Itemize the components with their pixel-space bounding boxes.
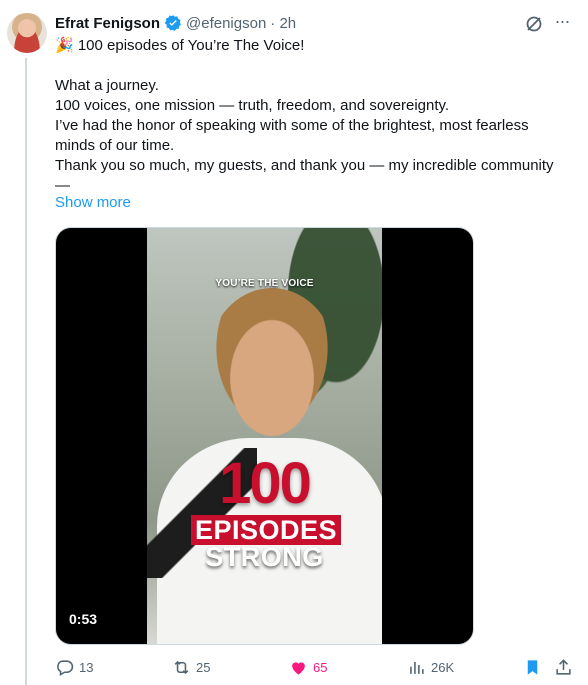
share-button[interactable] xyxy=(554,657,573,677)
heart-icon xyxy=(292,661,305,675)
video-frame: YOU’RE THE VOICE 100 EPISODES STRONG xyxy=(147,228,382,644)
views-button[interactable]: 26K xyxy=(407,657,454,677)
episode-count: 100 xyxy=(219,451,312,516)
repost-count: 25 xyxy=(196,659,211,675)
guest-head xyxy=(207,288,337,438)
show-logo-text: YOU’RE THE VOICE xyxy=(215,278,314,289)
reply-icon xyxy=(57,659,74,676)
grok-icon[interactable] xyxy=(524,14,544,34)
video-player[interactable]: YOU’RE THE VOICE 100 EPISODES STRONG 0:5… xyxy=(55,227,474,645)
tweet-line xyxy=(55,56,570,76)
video-duration: 0:53 xyxy=(69,611,98,627)
avatar[interactable] xyxy=(7,13,47,53)
tweet-line: What a journey. xyxy=(55,77,159,94)
more-options-icon[interactable]: ··· xyxy=(551,10,573,32)
repost-button[interactable]: 25 xyxy=(172,657,210,677)
views-icon xyxy=(410,661,424,674)
tweet-line: 100 voices, one mission — truth, freedom… xyxy=(55,97,450,114)
tweet-line: I’ve had the honor of speaking with some… xyxy=(55,117,529,154)
tweet-line: 🎉 100 episodes of You’re The Voice! xyxy=(55,37,305,54)
show-more-link[interactable]: Show more xyxy=(55,194,131,211)
repost-icon xyxy=(174,660,189,674)
thread-line xyxy=(25,58,27,685)
bookmark-button[interactable] xyxy=(523,657,542,677)
verified-badge-icon[interactable] xyxy=(164,14,182,32)
tweet-line: Thank you so much, my guests, and thank … xyxy=(55,157,554,194)
like-count: 65 xyxy=(313,659,328,675)
share-icon xyxy=(556,658,571,675)
reply-count: 13 xyxy=(79,659,94,675)
author-name[interactable]: Efrat Fenigson xyxy=(55,15,160,32)
like-button[interactable]: 65 xyxy=(289,657,327,677)
timestamp[interactable]: · 2h xyxy=(270,15,296,32)
author-handle[interactable]: @efenigson xyxy=(186,15,266,32)
action-bar: 13 25 65 26K xyxy=(55,657,575,677)
tweet-text: 🎉 100 episodes of You’re The Voice! What… xyxy=(55,36,570,196)
tweet-header: Efrat Fenigson @efenigson · 2h xyxy=(55,13,296,33)
reply-button[interactable]: 13 xyxy=(55,657,93,677)
episodes-label: EPISODES xyxy=(191,515,342,545)
bookmark-icon xyxy=(527,659,538,675)
views-count: 26K xyxy=(431,659,455,675)
strong-label: STRONG xyxy=(205,542,324,572)
